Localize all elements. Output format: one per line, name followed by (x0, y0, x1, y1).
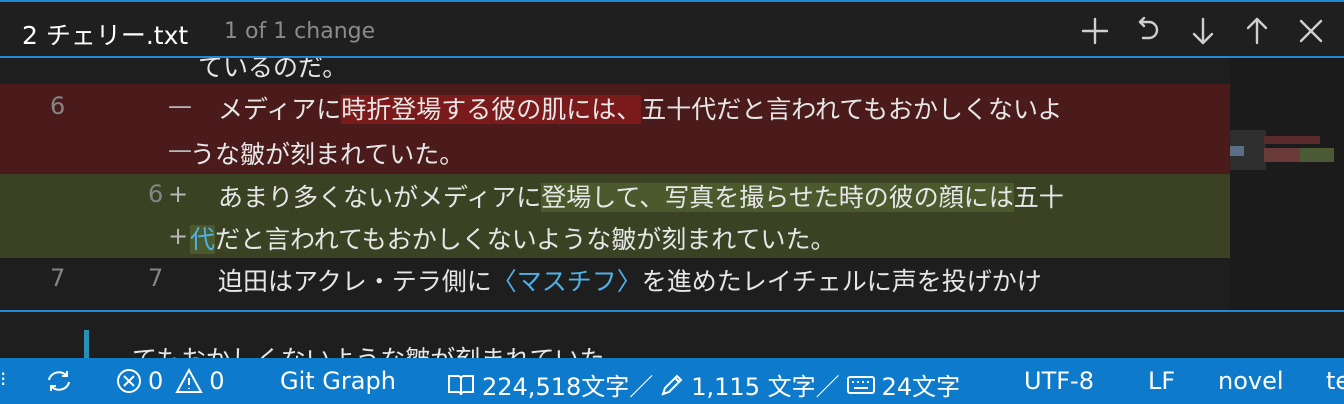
status-left-edge: ⁝ (0, 367, 7, 391)
minimap[interactable] (1230, 58, 1344, 310)
diff-peek-header: 2 チェリー.txt 1 of 1 change (0, 0, 1344, 58)
deleted-text-line1: メディアに時折登場する彼の肌には、五十代だと言われてもおかしくないよ (218, 95, 1063, 124)
warning-icon (175, 368, 203, 393)
orig-line-number: 7 (50, 264, 66, 292)
peek-change-count: 1 of 1 change (224, 19, 376, 44)
error-icon (117, 369, 141, 393)
partial-line-bottom: . (198, 294, 206, 310)
language-mode-selector[interactable]: novel (1218, 367, 1284, 395)
deleted-sign-wrap: — (168, 136, 192, 164)
keyboard-icon (846, 375, 875, 394)
eol-selector[interactable]: LF (1148, 367, 1175, 395)
inline-diff: ているのだ。 6 — メディアに時折登場する彼の肌には、五十代だと言われてもおか… (0, 58, 1344, 310)
close-icon[interactable] (1292, 12, 1330, 50)
problems-indicator[interactable]: 0 0 (116, 367, 225, 395)
git-graph-button[interactable]: Git Graph (280, 367, 396, 395)
deleted-line: 6 — メディアに時折登場する彼の肌には、五十代だと言われてもおかしくないよ —… (0, 84, 1262, 174)
character-count[interactable]: 224,518文字／ 1,115 文字／ 24文字 (446, 367, 960, 402)
revert-icon[interactable] (1130, 12, 1168, 50)
context-line: 7 7 迫田はアクレ・テラ側に〈マスチフ〉を進めたレイチェルに声を投げかけ (0, 258, 1262, 310)
change-gutter-indicator (84, 330, 89, 358)
mod-line-number: 7 (148, 264, 164, 292)
next-change-icon[interactable] (1184, 12, 1222, 50)
mod-line-number: 6 (148, 180, 164, 208)
added-text-line2: 代だと言われてもおかしくないような皺が刻まれていた。 (190, 225, 836, 254)
error-count: 0 (148, 367, 164, 395)
editor-below-peek: てもおかしくないような皺が刻まれていた (0, 312, 1344, 358)
add-icon[interactable] (1076, 12, 1114, 50)
deleted-text-line2: うな皺が刻まれていた。 (190, 140, 465, 169)
added-sign: + (168, 180, 189, 208)
book-icon (448, 374, 474, 395)
encoding-selector[interactable]: UTF-8 (1024, 367, 1094, 395)
status-bar: ⁝ 0 0 Git Graph 224,518文字／ 1,115 文字／ 24文… (0, 358, 1344, 404)
deleted-sign: — (168, 92, 192, 120)
added-line: 6 + あまり多くないがメディアに登場して、写真を撮らせた時の彼の顔には五十 +… (0, 174, 1262, 258)
sync-icon[interactable] (44, 368, 74, 394)
orig-line-number: 6 (50, 92, 66, 120)
context-text: 迫田はアクレ・テラ側に〈マスチフ〉を進めたレイチェルに声を投げかけ (218, 267, 1042, 296)
status-item-truncated[interactable]: te (1326, 367, 1344, 395)
warning-count: 0 (209, 367, 225, 395)
pencil-icon (661, 374, 683, 396)
editor-line-partial: てもおかしくないような皺が刻まれていた (132, 340, 605, 358)
added-text-line1: あまり多くないがメディアに登場して、写真を撮らせた時の彼の顔には五十 (218, 183, 1064, 212)
partial-line-top: ているのだ。 (198, 58, 348, 82)
previous-change-icon[interactable] (1238, 12, 1276, 50)
peek-actions (1076, 12, 1330, 50)
added-sign-wrap: + (168, 222, 189, 250)
peek-title: 2 チェリー.txt (22, 21, 189, 50)
